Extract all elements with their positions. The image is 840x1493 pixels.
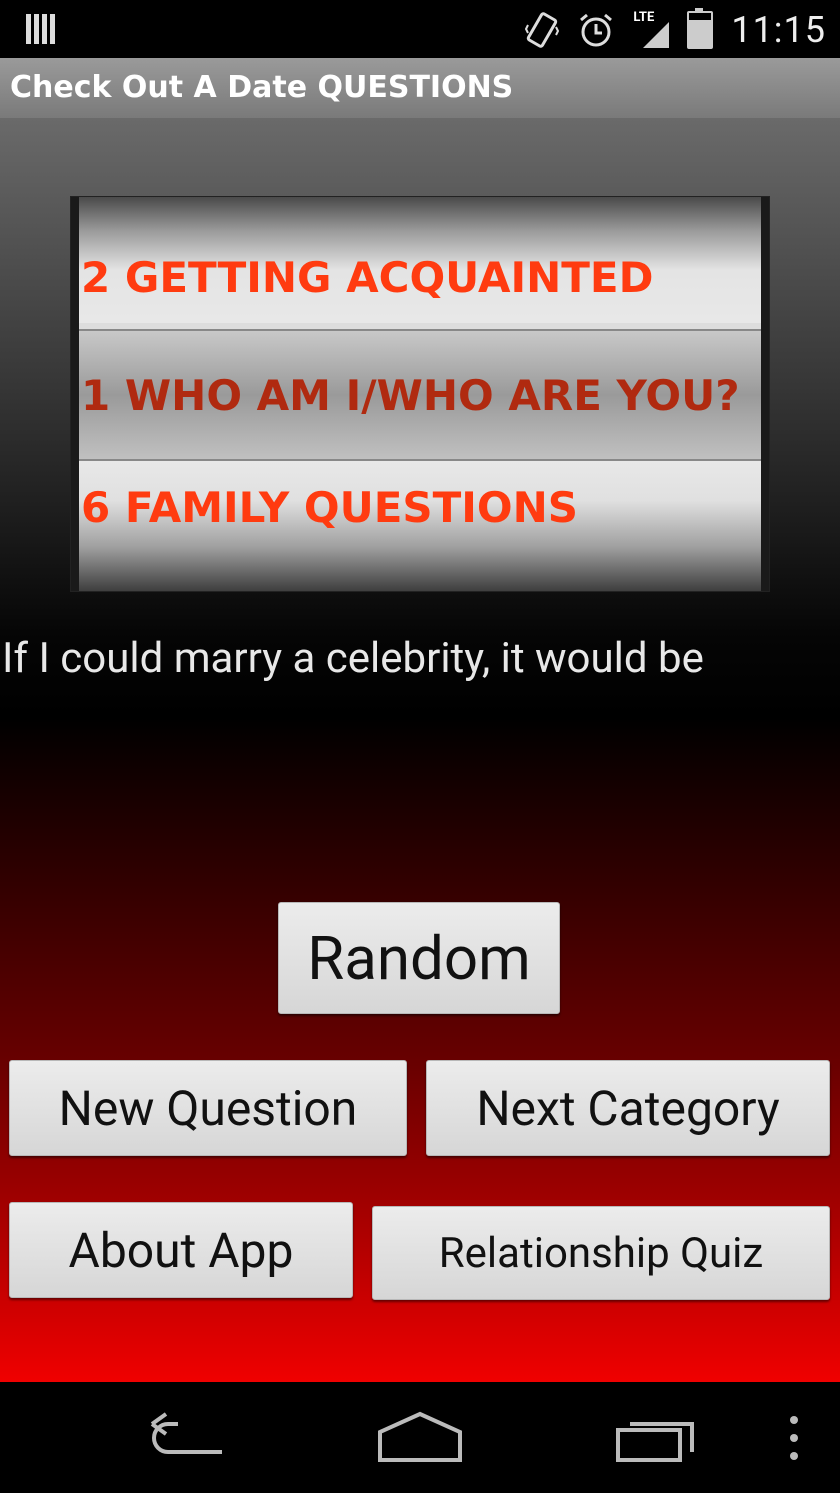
picker-item-selected[interactable]: 1 WHO AM I/WHO ARE YOU?	[79, 329, 761, 461]
picker-item-next[interactable]: 6 FAMILY QUESTIONS	[79, 461, 761, 591]
recent-apps-icon[interactable]	[614, 1414, 698, 1464]
relationship-quiz-button[interactable]: Relationship Quiz	[372, 1206, 830, 1300]
alarm-icon	[580, 13, 613, 47]
new-question-button[interactable]: New Question	[9, 1060, 407, 1156]
action-bar: Check Out A Date QUESTIONS	[0, 58, 840, 118]
picker-item-label: 2 GETTING ACQUAINTED	[81, 252, 654, 302]
picker-item-label: 1 WHO AM I/WHO ARE YOU?	[81, 370, 740, 420]
navigation-bar	[0, 1382, 840, 1493]
next-category-button[interactable]: Next Category	[426, 1060, 830, 1156]
signal-icon: LTE	[633, 10, 670, 48]
battery-icon	[687, 8, 714, 49]
back-icon[interactable]	[148, 1412, 228, 1462]
status-bar: LTE 11:15	[0, 0, 840, 58]
app-title: Check Out A Date QUESTIONS	[10, 70, 514, 105]
home-icon[interactable]	[376, 1410, 464, 1464]
category-picker[interactable]: 2 GETTING ACQUAINTED 1 WHO AM I/WHO ARE …	[70, 196, 770, 592]
picker-item-label: 6 FAMILY QUESTIONS	[81, 482, 579, 532]
barcode-icon	[26, 14, 55, 44]
menu-icon[interactable]	[786, 1412, 802, 1466]
vibrate-icon	[525, 12, 560, 48]
random-button[interactable]: Random	[278, 902, 560, 1014]
question-text: If I could marry a celebrity, it would b…	[2, 634, 704, 683]
picker-item-previous[interactable]: 2 GETTING ACQUAINTED	[79, 197, 761, 323]
clock: 11:15	[731, 9, 826, 51]
about-app-button[interactable]: About App	[9, 1202, 353, 1298]
